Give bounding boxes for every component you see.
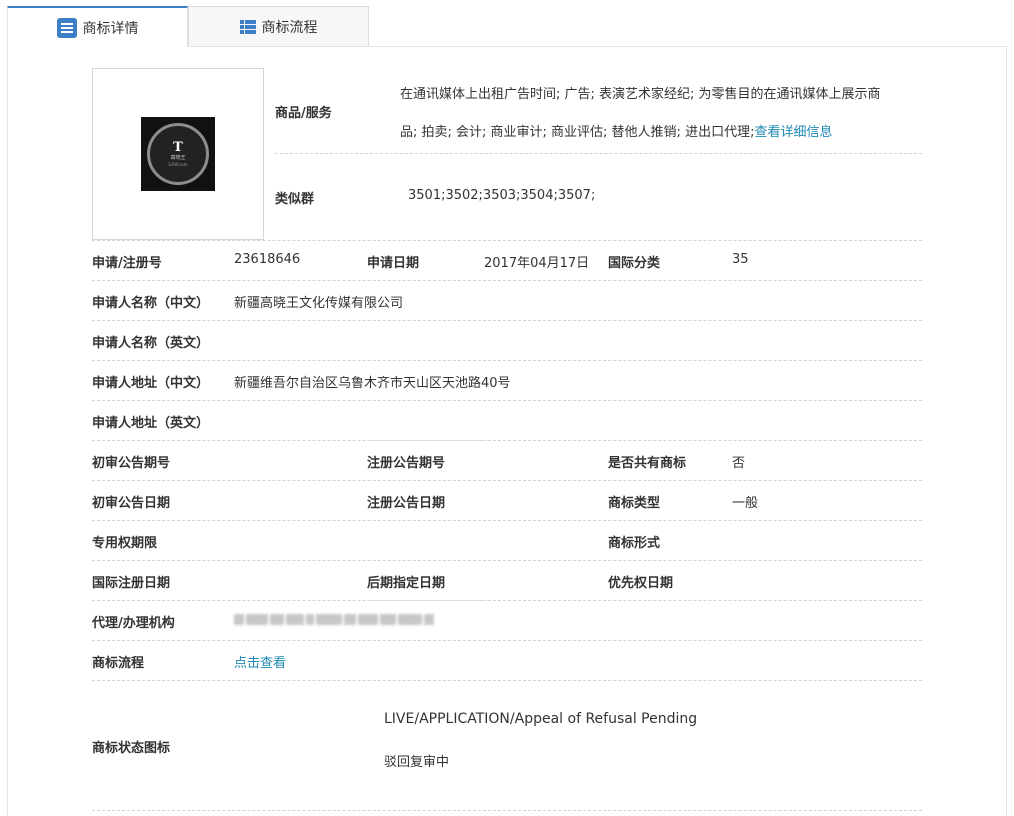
shared-mark-value: 否 (732, 456, 746, 471)
priority-date-label: 优先权日期 (608, 576, 674, 591)
divider (367, 600, 487, 601)
agent-label: 代理/办理机构 (92, 616, 175, 631)
divider (92, 680, 922, 681)
divider (92, 400, 922, 401)
applicant-en-label: 申请人名称（英文） (92, 336, 210, 351)
divider (92, 240, 922, 241)
logo-sub-text: 高晓王 (170, 155, 186, 161)
view-process-link[interactable]: 点击查看 (234, 652, 286, 671)
divider (92, 440, 922, 441)
prelim-date-label: 初审公告日期 (92, 496, 171, 511)
view-details-link[interactable]: 查看详细信息 (754, 125, 832, 140)
divider (92, 560, 922, 561)
divider (92, 600, 922, 601)
intl-class-label: 国际分类 (608, 256, 661, 271)
trademark-process-label: 商标流程 (92, 656, 145, 671)
address-en-label: 申请人地址（英文） (92, 416, 210, 431)
trademark-image: T 高晓王 GXW.com (92, 68, 264, 240)
list-icon (56, 17, 77, 38)
late-designation-label: 后期指定日期 (367, 576, 446, 591)
process-icon (239, 20, 256, 34)
divider (92, 360, 922, 361)
tab-label: 商标流程 (261, 20, 318, 36)
applicant-cn-label: 申请人名称（中文） (92, 296, 210, 311)
intl-class-value: 35 (732, 252, 749, 267)
status-icon-label: 商标状态图标 (92, 741, 171, 756)
goods-line-2-text: 品; 拍卖; 会计; 商业审计; 商业评估; 替他人推销; 进出口代理; (400, 125, 755, 140)
tab-trademark-process[interactable]: 商标流程 (188, 6, 369, 47)
prelim-no-label: 初审公告期号 (92, 456, 171, 471)
reg-pub-date-label: 注册公告日期 (367, 496, 446, 511)
divider (92, 320, 922, 321)
tab-bar: 商标详情 商标流程 (7, 6, 369, 47)
shared-mark-label: 是否共有商标 (608, 456, 687, 471)
divider (92, 640, 922, 641)
similar-group-label: 类似群 (275, 192, 315, 207)
agent-value-redacted (234, 614, 446, 627)
logo-ring: T 高晓王 GXW.com (147, 123, 209, 185)
mark-type-label: 商标类型 (608, 496, 661, 511)
divider (92, 810, 922, 811)
status-cn-text: 驳回复审中 (384, 755, 450, 770)
tab-label: 商标详情 (82, 20, 139, 37)
reg-pub-no-label: 注册公告期号 (367, 456, 446, 471)
intl-reg-date-label: 国际注册日期 (92, 576, 171, 591)
exclusive-period-label: 专用权期限 (92, 536, 158, 551)
apply-date-label: 申请日期 (367, 256, 420, 271)
divider (275, 153, 922, 154)
apply-date-value: 2017年04月17日 (484, 256, 590, 271)
applicant-cn-value: 新疆高晓王文化传媒有限公司 (234, 296, 404, 311)
goods-line-1: 在通讯媒体上出租广告时间; 广告; 表演艺术家经纪; 为零售目的在通讯媒体上展示… (400, 87, 881, 102)
divider (92, 280, 922, 281)
mark-form-label: 商标形式 (608, 536, 661, 551)
trademark-logo: T 高晓王 GXW.com (141, 117, 215, 191)
address-cn-label: 申请人地址（中文） (92, 376, 210, 391)
goods-label: 商品/服务 (275, 106, 332, 121)
similar-group-value: 3501;3502;3503;3504;3507; (408, 188, 596, 203)
reg-no-value: 23618646 (234, 252, 301, 267)
address-cn-value: 新疆维吾尔自治区乌鲁木齐市天山区天池路40号 (234, 376, 511, 391)
logo-sub-text2: GXW.com (168, 162, 188, 167)
logo-mark: T (173, 140, 183, 155)
tab-trademark-details[interactable]: 商标详情 (7, 6, 188, 47)
reg-no-label: 申请/注册号 (92, 256, 162, 271)
divider (367, 440, 487, 441)
mark-type-value: 一般 (732, 496, 759, 511)
goods-line-2: 品; 拍卖; 会计; 商业审计; 商业评估; 替他人推销; 进出口代理;查看详细… (400, 121, 832, 140)
divider (92, 480, 922, 481)
divider (92, 520, 922, 521)
status-en-text: LIVE/APPLICATION/Appeal of Refusal Pendi… (384, 711, 698, 727)
